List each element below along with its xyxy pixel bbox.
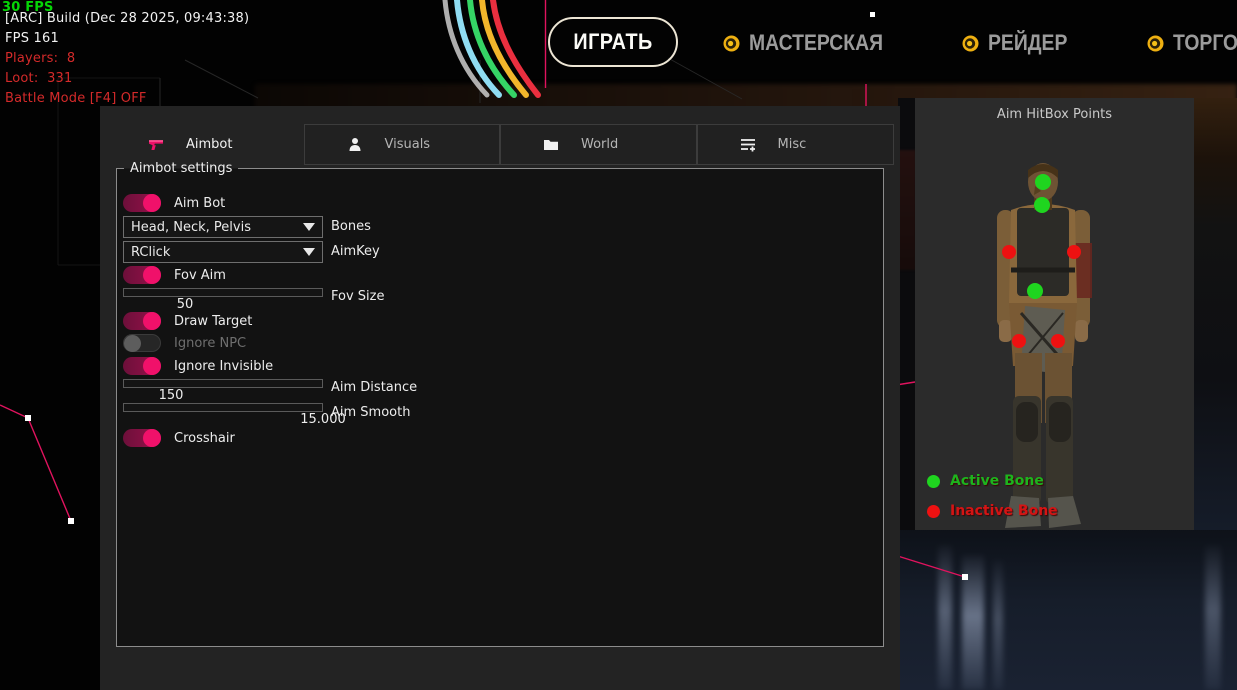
menu-item-raider[interactable]: РЕЙДЕР bbox=[962, 28, 1078, 58]
inactive-bone-point[interactable] bbox=[1002, 245, 1016, 259]
crosshair-toggle[interactable] bbox=[123, 429, 161, 447]
tab-label: Visuals bbox=[385, 137, 431, 152]
menu-item-workshop[interactable]: МАСТЕРСКАЯ bbox=[723, 28, 901, 58]
fov-aim-row: Fov Aim bbox=[123, 266, 226, 284]
toggle-knob bbox=[143, 429, 161, 447]
aim-bot-row: Aim Bot bbox=[123, 194, 225, 212]
draw-target-label: Draw Target bbox=[174, 314, 252, 329]
chevron-down-icon bbox=[303, 248, 315, 256]
tab-visuals[interactable]: Visuals bbox=[304, 124, 501, 165]
toggle-knob bbox=[143, 312, 161, 330]
legend-label: Inactive Bone bbox=[950, 503, 1058, 519]
toggle-knob bbox=[124, 335, 141, 352]
crosshair-label: Crosshair bbox=[174, 431, 235, 446]
aimbot-settings-group: Aimbot settings Aim Bot Head, Neck, Pelv… bbox=[116, 168, 884, 647]
legend-label: Active Bone bbox=[950, 473, 1044, 489]
slider-fill bbox=[124, 404, 322, 411]
coin-icon bbox=[1147, 35, 1164, 52]
ignore-invisible-label: Ignore Invisible bbox=[174, 359, 273, 374]
slider-fill bbox=[124, 289, 185, 296]
aimkey-dropdown-value: RClick bbox=[124, 245, 303, 260]
build-info: [ARC] Build (Dec 28 2025, 09:43:38) bbox=[5, 11, 249, 26]
aim-smooth-label: Aim Smooth bbox=[331, 405, 410, 420]
ignore-invisible-row: Ignore Invisible bbox=[123, 357, 273, 375]
active-bone-point[interactable] bbox=[1035, 174, 1051, 190]
inactive-bone-dot-icon bbox=[927, 505, 940, 518]
tab-label: Aimbot bbox=[186, 137, 232, 152]
coin-icon bbox=[723, 35, 740, 52]
folder-icon bbox=[543, 137, 559, 153]
fps-counter: FPS 161 bbox=[5, 31, 59, 46]
chevron-down-icon bbox=[303, 223, 315, 231]
fov-aim-toggle[interactable] bbox=[123, 266, 161, 284]
players-counter: Players: 8 bbox=[5, 51, 75, 66]
aimkey-dropdown[interactable]: RClick bbox=[123, 241, 323, 263]
active-bone-point[interactable] bbox=[1027, 283, 1043, 299]
tab-world[interactable]: World bbox=[500, 124, 697, 165]
menu-item-trade[interactable]: ТОРГО bbox=[1147, 28, 1237, 58]
bones-dropdown-value: Head, Neck, Pelvis bbox=[124, 220, 303, 235]
play-button-label: ИГРАТЬ bbox=[573, 29, 652, 55]
fov-size-value: 50 bbox=[177, 297, 194, 312]
ignore-npc-row: Ignore NPC bbox=[123, 334, 246, 352]
inactive-bone-point[interactable] bbox=[1012, 334, 1026, 348]
tab-label: Misc bbox=[778, 137, 807, 152]
menu-item-label: МАСТЕРСКАЯ bbox=[749, 30, 883, 56]
legend-active-bone: Active Bone bbox=[927, 473, 1044, 489]
tab-aimbot[interactable]: Aimbot bbox=[100, 124, 303, 165]
tab-label: World bbox=[581, 137, 618, 152]
aim-smooth-slider[interactable] bbox=[123, 403, 323, 412]
aim-distance-label: Aim Distance bbox=[331, 380, 417, 395]
fov-aim-label: Fov Aim bbox=[174, 268, 226, 283]
battle-mode-status: Battle Mode [F4] OFF bbox=[5, 91, 147, 106]
toggle-knob bbox=[143, 357, 161, 375]
aim-distance-slider[interactable] bbox=[123, 379, 323, 388]
aim-distance-value: 150 bbox=[159, 388, 184, 403]
pistol-icon bbox=[148, 137, 164, 153]
aim-bot-label: Aim Bot bbox=[174, 196, 225, 211]
active-bone-dot-icon bbox=[927, 475, 940, 488]
aimkey-label: AimKey bbox=[331, 244, 380, 259]
active-bone-point[interactable] bbox=[1034, 197, 1050, 213]
coin-icon bbox=[962, 35, 979, 52]
menu-item-label: ТОРГО bbox=[1173, 30, 1237, 56]
hitbox-preview-panel: Aim HitBox Points bbox=[915, 98, 1194, 530]
person-icon bbox=[347, 137, 363, 153]
play-button[interactable]: ИГРАТЬ bbox=[548, 17, 678, 67]
screen: 30 FPS [ARC] Build (Dec 28 2025, 09:43:3… bbox=[0, 0, 1237, 690]
tab-misc[interactable]: Misc bbox=[697, 124, 894, 165]
toggle-knob bbox=[143, 194, 161, 212]
group-title: Aimbot settings bbox=[124, 160, 238, 177]
slider-fill bbox=[124, 380, 172, 387]
hitbox-dots bbox=[915, 98, 1194, 530]
fov-size-slider[interactable] bbox=[123, 288, 323, 297]
toggle-knob bbox=[143, 266, 161, 284]
draw-target-row: Draw Target bbox=[123, 312, 252, 330]
legend-inactive-bone: Inactive Bone bbox=[927, 503, 1058, 519]
sliders-icon bbox=[740, 137, 756, 153]
bones-label: Bones bbox=[331, 219, 371, 234]
ignore-npc-toggle[interactable] bbox=[123, 334, 161, 352]
ignore-invisible-toggle[interactable] bbox=[123, 357, 161, 375]
aim-bot-toggle[interactable] bbox=[123, 194, 161, 212]
draw-target-toggle[interactable] bbox=[123, 312, 161, 330]
fov-size-label: Fov Size bbox=[331, 289, 384, 304]
crosshair-row: Crosshair bbox=[123, 429, 235, 447]
bones-dropdown[interactable]: Head, Neck, Pelvis bbox=[123, 216, 323, 238]
cheat-menu-panel: Aimbot Visuals World bbox=[100, 106, 900, 690]
loot-counter: Loot: 331 bbox=[5, 71, 72, 86]
inactive-bone-point[interactable] bbox=[1067, 245, 1081, 259]
ignore-npc-label: Ignore NPC bbox=[174, 336, 246, 351]
menu-item-label: РЕЙДЕР bbox=[988, 30, 1067, 56]
inactive-bone-point[interactable] bbox=[1051, 334, 1065, 348]
